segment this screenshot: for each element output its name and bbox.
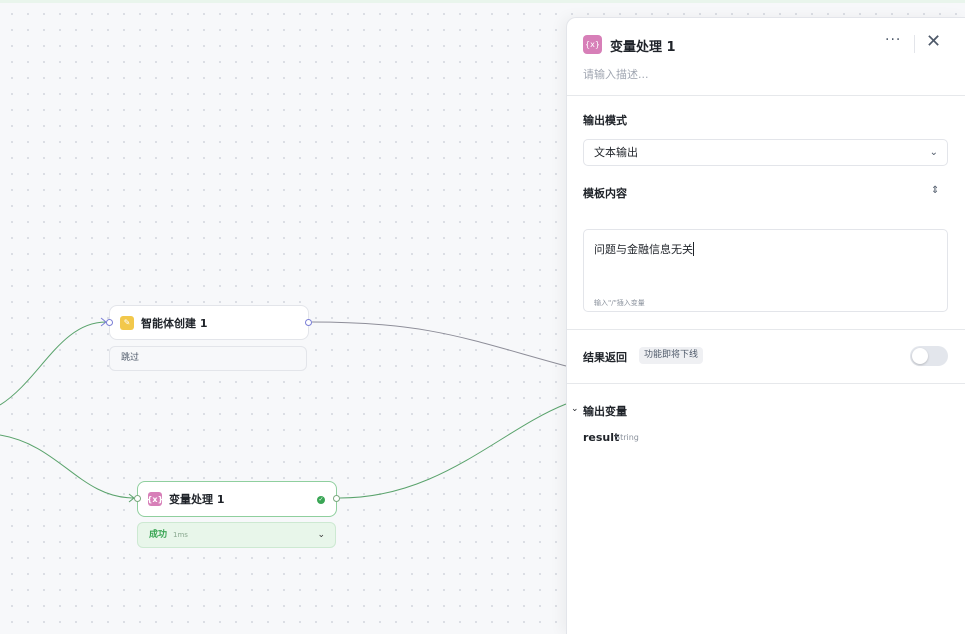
- agent-create-icon: ✎: [120, 315, 134, 330]
- output-var-name: result: [583, 431, 620, 444]
- edge-to-agent: [0, 321, 107, 406]
- output-port[interactable]: [333, 495, 340, 502]
- input-port[interactable]: [106, 318, 113, 326]
- var-node-status[interactable]: 成功 1ms ⌄: [137, 522, 336, 548]
- agent-node-title: 智能体创建 1: [141, 316, 208, 330]
- result-return-label: 结果返回: [583, 351, 627, 364]
- variable-icon: {x}: [583, 35, 602, 54]
- close-icon[interactable]: ✕: [926, 32, 941, 52]
- more-options-icon[interactable]: ···: [885, 32, 901, 48]
- success-check-icon: ✓: [317, 496, 325, 504]
- panel-title[interactable]: 变量处理 1: [610, 36, 676, 55]
- output-var-type: String: [615, 433, 639, 442]
- agent-create-node[interactable]: ✎ 智能体创建 1: [106, 305, 312, 340]
- expand-collapse-icon[interactable]: ⇕: [931, 185, 939, 196]
- node-settings-panel: {x} 变量处理 1 ··· ✕ 请输入描述... 输出模式 文本输出 ⌄ 模板…: [566, 17, 965, 634]
- section-divider: [567, 329, 965, 330]
- variable-icon: {x}: [147, 492, 163, 506]
- output-mode-value: 文本输出: [594, 146, 638, 159]
- chevron-down-icon: ⌄: [929, 147, 938, 158]
- edge-agent-out: [311, 321, 567, 367]
- template-text: 问题与金融信息无关: [594, 243, 693, 256]
- template-label: 模板内容: [583, 187, 627, 200]
- text-caret: [693, 242, 694, 256]
- header-divider: [914, 35, 915, 53]
- output-vars-label[interactable]: 输出变量: [583, 403, 627, 419]
- deprecation-badge: 功能即将下线: [639, 347, 704, 364]
- panel-header: {x} 变量处理 1 ··· ✕ 请输入描述...: [567, 18, 965, 96]
- output-mode-label: 输出模式: [583, 114, 627, 127]
- edge-var-out: [339, 403, 567, 499]
- edge-to-var: [0, 434, 135, 499]
- template-editor[interactable]: 问题与金融信息无关 输入"/"插入变量: [583, 229, 948, 312]
- variable-process-node[interactable]: {x} 变量处理 1 ✓: [134, 481, 340, 517]
- agent-node-status: 跳过: [109, 346, 307, 371]
- var-node-title: 变量处理 1: [169, 493, 225, 506]
- chevron-down-icon[interactable]: ⌄: [317, 523, 325, 547]
- template-content[interactable]: 问题与金融信息无关: [594, 241, 694, 257]
- section-divider: [567, 383, 965, 384]
- var-node-status-text: 成功: [149, 530, 168, 540]
- result-return-toggle[interactable]: [910, 346, 948, 366]
- output-mode-select[interactable]: 文本输出 ⌄: [583, 139, 948, 166]
- output-port[interactable]: [305, 318, 312, 326]
- chevron-down-icon[interactable]: ⌄: [571, 404, 579, 414]
- template-hint: 输入"/"插入变量: [594, 299, 645, 307]
- toggle-knob: [912, 348, 928, 364]
- input-port[interactable]: [134, 495, 141, 502]
- description-input[interactable]: 请输入描述...: [583, 66, 649, 82]
- var-node-duration: 1ms: [173, 531, 188, 539]
